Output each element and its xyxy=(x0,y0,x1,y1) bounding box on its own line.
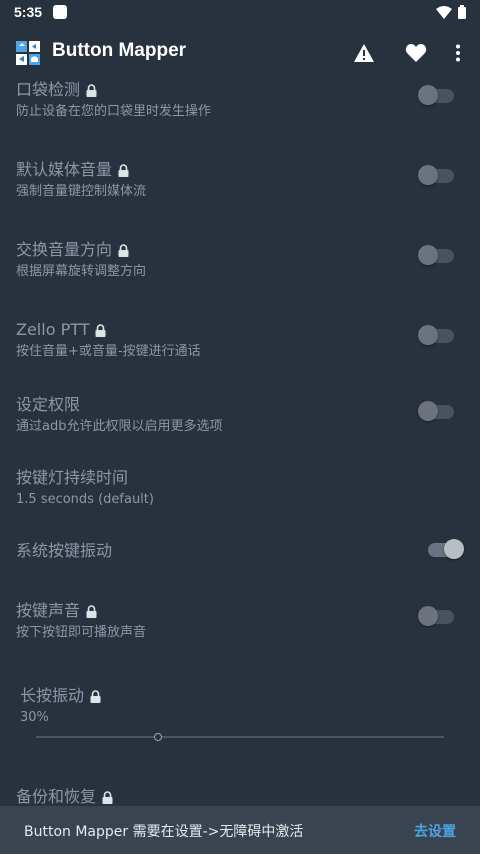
setting-subtitle: 1.5 seconds (default) xyxy=(16,492,154,507)
key-sound-switch[interactable] xyxy=(418,606,454,626)
default-media-volume-switch[interactable] xyxy=(418,165,454,185)
setting-long-press-vibration: 长按振动 30% xyxy=(20,686,460,727)
heart-icon xyxy=(405,44,427,62)
setting-title: 系统按键振动 xyxy=(16,541,113,560)
setting-subtitle: 根据屏幕旋转调整方向 xyxy=(16,264,147,279)
setting-title: 交换音量方向 xyxy=(16,240,113,259)
lock-icon xyxy=(86,83,97,97)
battery-icon xyxy=(458,5,466,19)
app-bar: Button Mapper xyxy=(0,28,480,78)
setting-title: 按键声音 xyxy=(16,601,81,620)
snackbar-action-button[interactable]: 去设置 xyxy=(414,821,456,841)
setting-key-sound[interactable]: 按键声音 按下按钮即可播放声音 xyxy=(16,601,456,642)
setting-subtitle: 防止设备在您的口袋里时发生操作 xyxy=(16,104,212,119)
setting-title: 按键灯持续时间 xyxy=(16,468,129,487)
more-vert-icon xyxy=(456,44,460,62)
setting-title: 长按振动 xyxy=(20,686,85,705)
app-title: Button Mapper xyxy=(52,40,187,61)
setting-title: 设定权限 xyxy=(16,395,81,414)
setting-title: 默认媒体音量 xyxy=(16,160,113,179)
lock-icon xyxy=(102,790,113,804)
setting-title: Zello PTT xyxy=(16,320,90,339)
wifi-icon xyxy=(436,5,452,19)
lock-icon xyxy=(90,689,101,703)
lock-icon xyxy=(118,243,129,257)
setting-zello-ptt[interactable]: Zello PTT 按住音量+或音量-按键进行通话 xyxy=(16,320,456,361)
setting-title: 口袋检测 xyxy=(16,80,81,99)
setting-subtitle: 按下按钮即可播放声音 xyxy=(16,625,147,640)
status-bar: 5:35 xyxy=(0,0,480,26)
warning-icon xyxy=(354,44,374,62)
setting-default-media-volume[interactable]: 默认媒体音量 强制音量键控制媒体流 xyxy=(16,160,456,201)
setting-system-key-vibration[interactable]: 系统按键振动 xyxy=(16,541,456,561)
snackbar: Button Mapper 需要在设置->无障碍中激活 去设置 xyxy=(0,806,480,854)
favorite-button[interactable] xyxy=(403,40,429,66)
setting-subtitle: 通过adb允许此权限以启用更多选项 xyxy=(16,419,223,434)
app-icon xyxy=(16,41,40,65)
status-time: 5:35 xyxy=(14,4,43,20)
lock-icon xyxy=(118,163,129,177)
zello-ptt-switch[interactable] xyxy=(418,325,454,345)
lock-icon xyxy=(95,323,106,337)
setting-subtitle: 强制音量键控制媒体流 xyxy=(16,184,147,199)
warning-button[interactable] xyxy=(351,40,377,66)
setting-subtitle: 按住音量+或音量-按键进行通话 xyxy=(16,344,201,359)
setting-key-light-duration[interactable]: 按键灯持续时间 1.5 seconds (default) xyxy=(16,468,456,509)
notification-icon xyxy=(53,5,67,19)
permissions-switch[interactable] xyxy=(418,401,454,421)
pocket-detection-switch[interactable] xyxy=(418,85,454,105)
swap-volume-direction-switch[interactable] xyxy=(418,245,454,265)
snackbar-message: Button Mapper 需要在设置->无障碍中激活 xyxy=(24,824,304,840)
system-key-vibration-switch[interactable] xyxy=(428,539,464,559)
long-press-vibration-slider[interactable] xyxy=(36,733,444,741)
setting-title: 备份和恢复 xyxy=(16,787,97,806)
slider-thumb[interactable] xyxy=(154,733,163,741)
setting-pocket-detection[interactable]: 口袋检测 防止设备在您的口袋里时发生操作 xyxy=(16,80,456,121)
setting-permissions[interactable]: 设定权限 通过adb允许此权限以启用更多选项 xyxy=(16,395,456,436)
setting-swap-volume-direction[interactable]: 交换音量方向 根据屏幕旋转调整方向 xyxy=(16,240,456,281)
more-options-button[interactable] xyxy=(445,40,471,66)
lock-icon xyxy=(86,604,97,618)
setting-backup-restore[interactable]: 备份和恢复 xyxy=(16,787,456,807)
setting-value: 30% xyxy=(20,710,49,725)
